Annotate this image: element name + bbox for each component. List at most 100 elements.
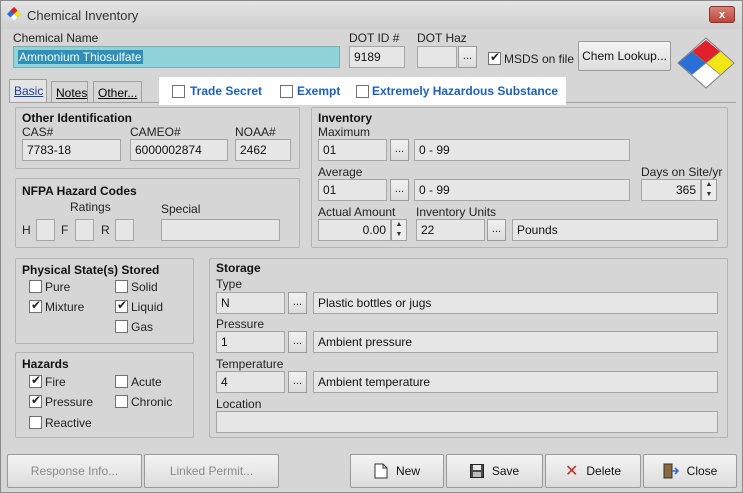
days-on-site-label: Days on Site/yr xyxy=(641,165,723,179)
storage-pressure-label: Pressure xyxy=(216,317,265,331)
ratings-label: Ratings xyxy=(70,200,111,214)
reactive-checkbox[interactable] xyxy=(29,416,42,429)
noaa-input[interactable]: 2462 xyxy=(235,139,291,161)
storage-pressure-field: Ambient pressure xyxy=(313,331,718,353)
chemical-name-input[interactable]: Ammonium Thiosulfate xyxy=(13,46,340,68)
liquid-checkbox[interactable] xyxy=(115,298,128,313)
linked-permit-button[interactable]: Linked Permit... xyxy=(144,454,279,488)
chemical-name-value: Ammonium Thiosulfate xyxy=(18,50,143,64)
special-label: Special xyxy=(161,202,201,216)
window-close-button[interactable]: x xyxy=(709,6,735,23)
pressure-hazard-label: Pressure xyxy=(45,395,94,409)
tab-other[interactable]: Other... xyxy=(93,81,142,103)
chem-lookup-button[interactable]: Chem Lookup... xyxy=(578,41,671,71)
acute-checkbox[interactable] xyxy=(115,375,128,388)
storage-temperature-lookup-button[interactable]: ... xyxy=(288,371,307,393)
chronic-checkbox[interactable] xyxy=(115,395,128,408)
r-rating-input[interactable] xyxy=(115,219,134,241)
days-on-site-input[interactable]: 365 xyxy=(641,179,701,201)
save-button[interactable]: Save xyxy=(446,454,543,488)
special-input[interactable] xyxy=(161,219,280,241)
physical-state-title: Physical State(s) Stored xyxy=(22,263,160,277)
dot-id-input[interactable]: 9189 xyxy=(349,46,405,68)
title-bar: Chemical Inventory x xyxy=(1,1,742,29)
storage-pressure-code-input[interactable]: 1 xyxy=(216,331,285,353)
actual-amount-input[interactable]: 0.00 xyxy=(318,219,391,241)
dot-haz-input[interactable] xyxy=(417,46,457,68)
spin-up-icon[interactable]: ▲ xyxy=(702,180,716,190)
pressure-hazard-checkbox[interactable] xyxy=(29,393,42,408)
new-label: New xyxy=(395,464,420,478)
close-label: Close xyxy=(686,464,718,478)
save-disk-icon xyxy=(469,464,484,478)
inventory-units-code-input[interactable]: 22 xyxy=(416,219,485,241)
fire-label: Fire xyxy=(45,375,66,389)
f-rating-input[interactable] xyxy=(75,219,94,241)
spin-down-icon[interactable]: ▼ xyxy=(702,190,716,200)
storage-location-label: Location xyxy=(216,397,262,411)
average-range-field: 0 - 99 xyxy=(414,179,630,201)
dot-haz-lookup-button[interactable]: ... xyxy=(458,46,477,68)
maximum-code-input[interactable]: 01 xyxy=(318,139,387,161)
liquid-label: Liquid xyxy=(131,300,164,314)
extremely-hazardous-checkbox[interactable] xyxy=(356,85,369,98)
new-button[interactable]: New xyxy=(350,454,444,488)
chemical-name-label: Chemical Name xyxy=(13,31,99,45)
storage-type-field: Plastic bottles or jugs xyxy=(313,292,718,314)
storage-type-code-input[interactable]: N xyxy=(216,292,285,314)
tab-basic[interactable]: Basic xyxy=(9,79,47,103)
nfpa-diamond-icon xyxy=(677,37,735,89)
maximum-lookup-button[interactable]: ... xyxy=(390,139,409,161)
gas-checkbox[interactable] xyxy=(115,320,128,333)
cas-label: CAS# xyxy=(22,125,54,139)
storage-title: Storage xyxy=(216,261,261,275)
actual-amount-spinner[interactable]: ▲ ▼ xyxy=(391,219,407,241)
days-spinner[interactable]: ▲ ▼ xyxy=(701,179,717,201)
extremely-hazardous-label: Extremely Hazardous Substance xyxy=(372,84,559,98)
close-button[interactable]: Close xyxy=(643,454,737,488)
noaa-label: NOAA# xyxy=(235,125,276,139)
inventory-title: Inventory xyxy=(318,111,373,125)
msds-label: MSDS on file xyxy=(504,52,575,66)
reactive-label: Reactive xyxy=(45,416,92,430)
new-document-icon xyxy=(374,463,388,479)
storage-pressure-lookup-button[interactable]: ... xyxy=(288,331,307,353)
hazards-title: Hazards xyxy=(22,357,69,371)
inventory-units-lookup-button[interactable]: ... xyxy=(487,219,506,241)
pure-checkbox[interactable] xyxy=(29,280,42,293)
nfpa-title: NFPA Hazard Codes xyxy=(22,184,137,198)
f-label: F xyxy=(61,223,69,237)
delete-button[interactable]: ✕ Delete xyxy=(545,454,641,488)
h-rating-input[interactable] xyxy=(36,219,55,241)
msds-checkbox[interactable] xyxy=(488,50,501,65)
mixture-label: Mixture xyxy=(45,300,85,314)
spin-up-icon[interactable]: ▲ xyxy=(392,220,406,230)
pure-label: Pure xyxy=(45,280,71,294)
spin-down-icon[interactable]: ▼ xyxy=(392,230,406,240)
tab-notes[interactable]: Notes xyxy=(51,81,88,103)
cas-input[interactable]: 7783-18 xyxy=(22,139,121,161)
solid-checkbox[interactable] xyxy=(115,280,128,293)
inventory-units-label: Inventory Units xyxy=(416,205,497,219)
trade-secret-checkbox[interactable] xyxy=(172,85,185,98)
average-label: Average xyxy=(318,165,363,179)
mixture-checkbox[interactable] xyxy=(29,298,42,313)
fire-checkbox[interactable] xyxy=(29,373,42,388)
storage-location-input[interactable] xyxy=(216,411,718,433)
storage-temperature-code-input[interactable]: 4 xyxy=(216,371,285,393)
other-identification-title: Other Identification xyxy=(22,111,133,125)
inventory-units-field: Pounds xyxy=(512,219,718,241)
linked-permit-label: Linked Permit... xyxy=(169,464,254,478)
average-lookup-button[interactable]: ... xyxy=(390,179,409,201)
response-info-button[interactable]: Response Info... xyxy=(7,454,142,488)
window-title: Chemical Inventory xyxy=(27,8,139,23)
gas-label: Gas xyxy=(131,320,154,334)
trade-secret-label: Trade Secret xyxy=(190,84,263,98)
exit-door-icon xyxy=(663,463,679,479)
cameo-input[interactable]: 6000002874 xyxy=(130,139,228,161)
maximum-label: Maximum xyxy=(318,125,371,139)
actual-amount-label: Actual Amount xyxy=(318,205,396,219)
storage-type-lookup-button[interactable]: ... xyxy=(288,292,307,314)
exempt-checkbox[interactable] xyxy=(280,85,293,98)
average-code-input[interactable]: 01 xyxy=(318,179,387,201)
